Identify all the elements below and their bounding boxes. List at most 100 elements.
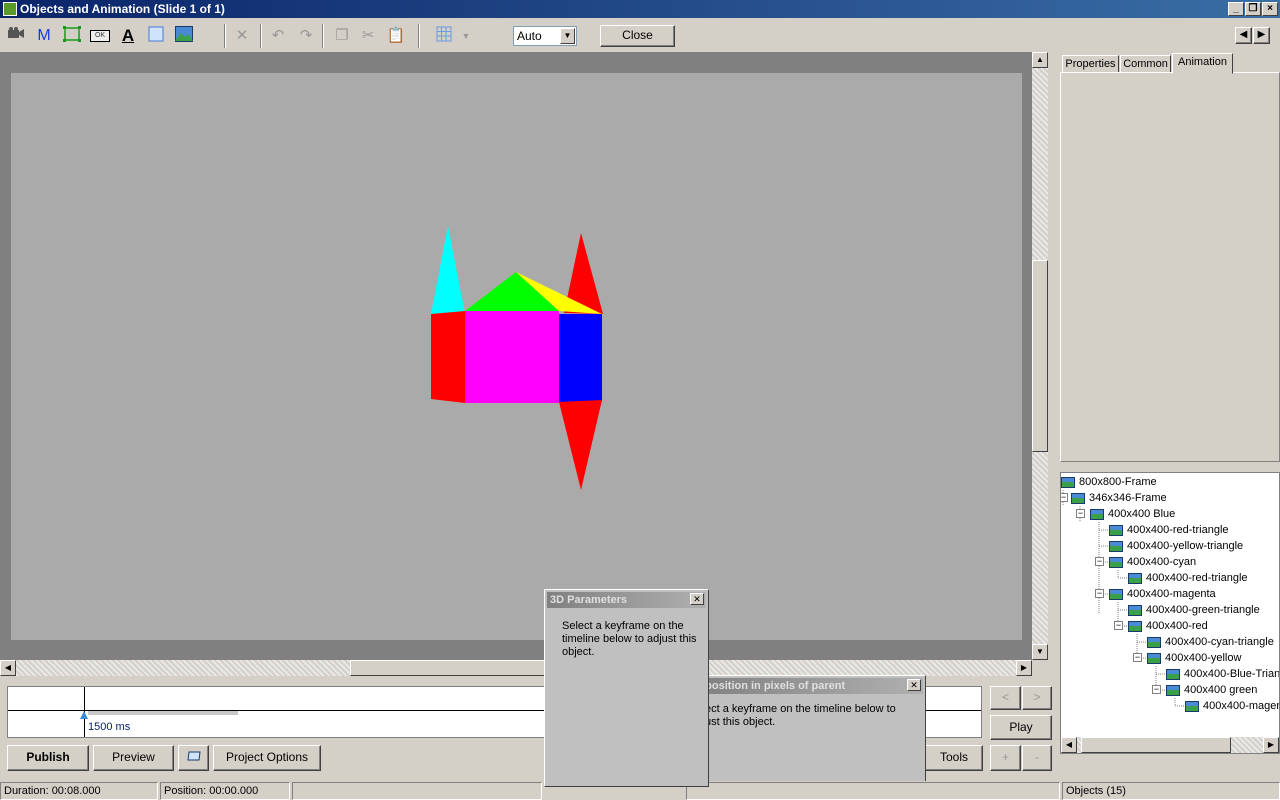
tree-scroll-thumb[interactable]	[1081, 737, 1231, 753]
next-keyframe-button[interactable]: >	[1022, 686, 1052, 710]
duration-status: Duration: 00:08.000	[0, 782, 158, 800]
collapse-icon[interactable]: −	[1133, 653, 1142, 662]
close-icon[interactable]: ✕	[690, 593, 704, 605]
publish-button[interactable]: Publish	[7, 745, 89, 771]
image-icon	[1128, 604, 1142, 616]
prev-keyframe-button[interactable]: <	[990, 686, 1021, 710]
tree-item-label: 400x400-red-triangle	[1127, 524, 1229, 536]
nav-right-button[interactable]: ▶	[1253, 27, 1270, 44]
tree-item[interactable]: 400x400-yellow	[1147, 650, 1241, 666]
zoom-select[interactable]: Auto ▼	[513, 26, 577, 46]
tab-common[interactable]: Common	[1120, 55, 1171, 73]
collapse-icon[interactable]: −	[1061, 493, 1068, 502]
collapse-icon[interactable]: −	[1095, 557, 1104, 566]
copy-icon[interactable]: ❐	[332, 26, 352, 46]
tree-item-label: 400x400-cyan	[1127, 556, 1197, 568]
image-icon	[1128, 620, 1142, 632]
redo-icon[interactable]: ↷	[296, 26, 316, 46]
close-window-button[interactable]: ×	[1262, 2, 1278, 16]
close-icon[interactable]: ✕	[907, 679, 921, 691]
screen-icon[interactable]	[178, 745, 209, 771]
delete-icon[interactable]: ✕	[232, 26, 252, 46]
tree-item-label: 400x400-yellow	[1165, 652, 1242, 664]
tree-item-label: 400x400-red	[1146, 620, 1208, 632]
tree-item[interactable]: 400x400 green	[1166, 682, 1257, 698]
tree-item[interactable]: 400x400-Blue-Trian	[1166, 666, 1279, 682]
title-bar: Objects and Animation (Slide 1 of 1) _ ❐…	[0, 0, 1280, 18]
tree-item[interactable]: 346x346-Frame	[1071, 490, 1167, 506]
image-icon	[1109, 524, 1123, 536]
toolbar-separator	[260, 24, 262, 48]
preview-button[interactable]: Preview	[93, 745, 174, 771]
undo-icon[interactable]: ↶	[268, 26, 288, 46]
restore-button[interactable]: ❐	[1245, 2, 1261, 16]
tree-item[interactable]: 400x400-cyan	[1109, 554, 1196, 570]
remove-keyframe-button[interactable]: -	[1022, 745, 1052, 771]
collapse-icon[interactable]: −	[1095, 589, 1104, 598]
tree-item-label: 400x400-magenta	[1127, 588, 1216, 600]
collapse-icon[interactable]: −	[1114, 621, 1123, 630]
rectangle-icon[interactable]	[146, 26, 166, 46]
image-icon[interactable]	[174, 26, 194, 46]
tree-item-label: 400x400-yellow-triangle	[1127, 540, 1244, 552]
tree-item[interactable]: 400x400 Blue	[1090, 506, 1175, 522]
scroll-left-icon[interactable]: ◀	[0, 660, 16, 676]
tab-animation[interactable]: Animation	[1172, 53, 1233, 74]
tools-button[interactable]: Tools	[925, 745, 983, 771]
text-icon[interactable]: A	[118, 26, 138, 46]
image-icon	[1147, 636, 1161, 648]
scroll-right-icon[interactable]: ▶	[1016, 660, 1032, 676]
tree-item[interactable]: 800x800-Frame	[1061, 474, 1157, 490]
scroll-right-icon[interactable]: ▶	[1263, 737, 1279, 753]
vertical-scroll-thumb[interactable]	[1032, 260, 1048, 452]
m-icon[interactable]: M	[34, 26, 54, 46]
chevron-down-icon[interactable]: ▼	[456, 26, 476, 46]
paste-icon[interactable]: 📋	[386, 26, 406, 46]
image-icon	[1166, 684, 1180, 696]
grid-icon[interactable]	[434, 26, 454, 46]
tree-item[interactable]: 400x400-green-triangle	[1128, 602, 1260, 618]
tree-item[interactable]: 400x400-magenta	[1109, 586, 1216, 602]
ok-button-icon[interactable]: OK	[90, 26, 110, 46]
rectangle-select-icon[interactable]	[62, 26, 82, 46]
slide-stage[interactable]	[11, 73, 1022, 640]
app-icon	[3, 2, 17, 16]
3d-object-render[interactable]	[11, 73, 1022, 640]
tree-item[interactable]: 400x400-red-triangle	[1109, 522, 1229, 538]
project-options-button[interactable]: Project Options	[213, 745, 321, 771]
tree-item[interactable]: 400x400-yellow-triangle	[1109, 538, 1243, 554]
nav-left-button[interactable]: ◀	[1235, 27, 1252, 44]
image-icon	[1185, 700, 1199, 712]
scroll-up-icon[interactable]: ▲	[1032, 52, 1048, 68]
minimize-button[interactable]: _	[1228, 2, 1244, 16]
tree-item[interactable]: 400x400-cyan-triangle	[1147, 634, 1274, 650]
toolbar-separator	[418, 24, 420, 48]
vertical-scrollbar[interactable]: ▲ ▼	[1032, 52, 1048, 660]
keyframe-marker-icon[interactable]	[80, 711, 88, 719]
image-icon	[1109, 540, 1123, 552]
collapse-icon[interactable]: −	[1076, 509, 1085, 518]
position-status: Position: 00:00.000	[160, 782, 290, 800]
tree-horizontal-scrollbar[interactable]: ◀ ▶	[1061, 737, 1279, 753]
tree-item-label: 400x400-cyan-triangle	[1165, 636, 1274, 648]
scroll-down-icon[interactable]: ▼	[1032, 644, 1048, 660]
cut-icon[interactable]: ✂	[358, 26, 378, 46]
add-keyframe-button[interactable]: +	[990, 745, 1021, 771]
scroll-left-icon[interactable]: ◀	[1061, 737, 1077, 753]
cyan-triangle	[431, 226, 465, 314]
tree-item[interactable]: 400x400-red-triangle	[1128, 570, 1248, 586]
close-button[interactable]: Close	[600, 25, 675, 47]
object-tree[interactable]: − − − − − − − 800x800-Frame 346x346-Fram…	[1060, 472, 1280, 754]
play-button[interactable]: Play	[990, 715, 1052, 740]
horizontal-scrollbar[interactable]: ◀ ▶	[0, 660, 1032, 676]
tab-properties[interactable]: Properties	[1062, 55, 1119, 73]
tree-item-label: 800x800-Frame	[1079, 476, 1157, 488]
magenta-face	[465, 311, 559, 403]
collapse-icon[interactable]: −	[1152, 685, 1161, 694]
camera-icon[interactable]	[6, 26, 26, 46]
red-triangle-bottom	[559, 400, 602, 490]
status-panel-empty	[292, 782, 542, 800]
tree-item[interactable]: 400x400-mager	[1185, 698, 1279, 714]
blue-face	[559, 314, 602, 403]
tree-item[interactable]: 400x400-red	[1128, 618, 1208, 634]
